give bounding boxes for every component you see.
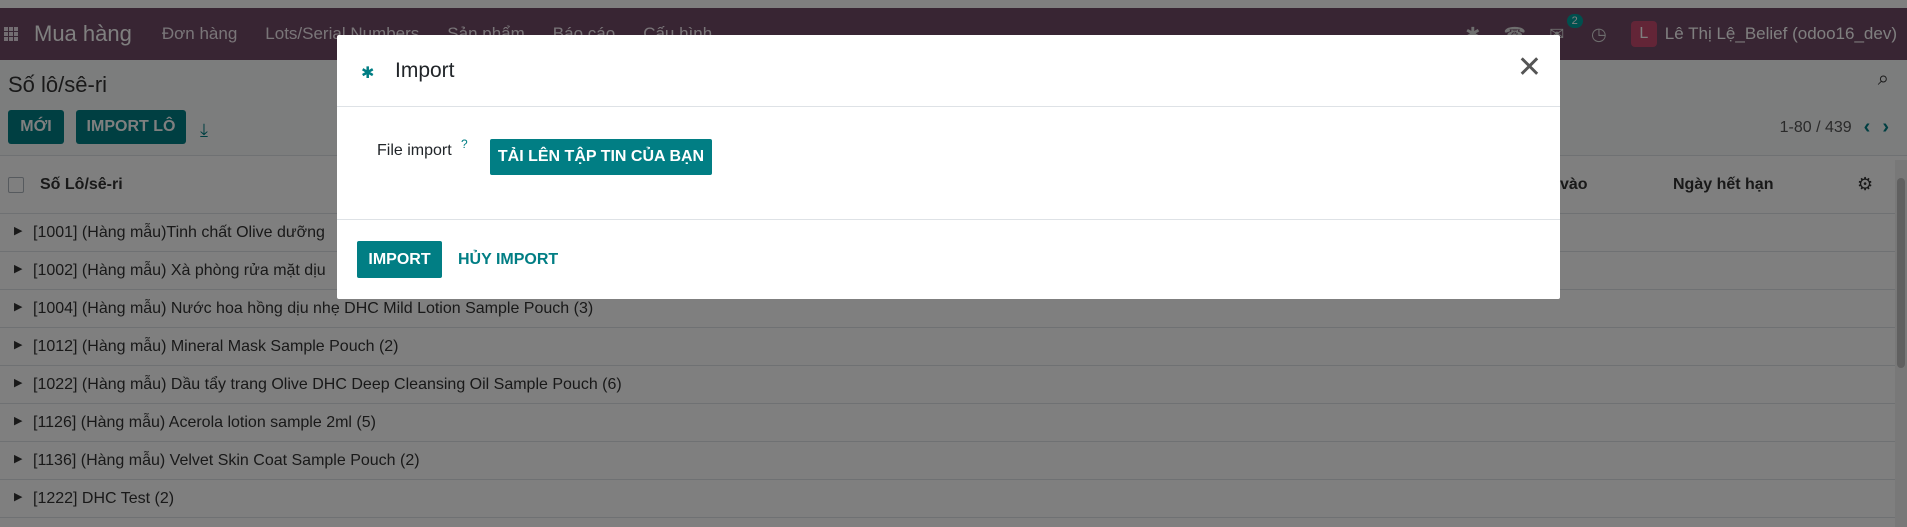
help-tooltip-icon[interactable]: ?: [461, 137, 468, 151]
dialog-title: Import: [395, 59, 455, 82]
dialog-footer: IMPORT HỦY IMPORT: [337, 220, 1560, 299]
dialog-header: ✱ Import ✕: [337, 35, 1560, 107]
close-icon[interactable]: ✕: [1517, 53, 1542, 83]
cancel-import-button[interactable]: HỦY IMPORT: [458, 251, 558, 269]
bug-icon: ✱: [361, 65, 375, 82]
dialog-body: File import ? TẢI LÊN TẬP TIN CỦA BẠN: [337, 107, 1560, 220]
file-import-label: File import: [377, 142, 452, 159]
upload-file-button[interactable]: TẢI LÊN TẬP TIN CỦA BẠN: [490, 139, 712, 175]
import-dialog: ✱ Import ✕ File import ? TẢI LÊN TẬP TIN…: [337, 35, 1560, 299]
import-button[interactable]: IMPORT: [357, 241, 442, 278]
